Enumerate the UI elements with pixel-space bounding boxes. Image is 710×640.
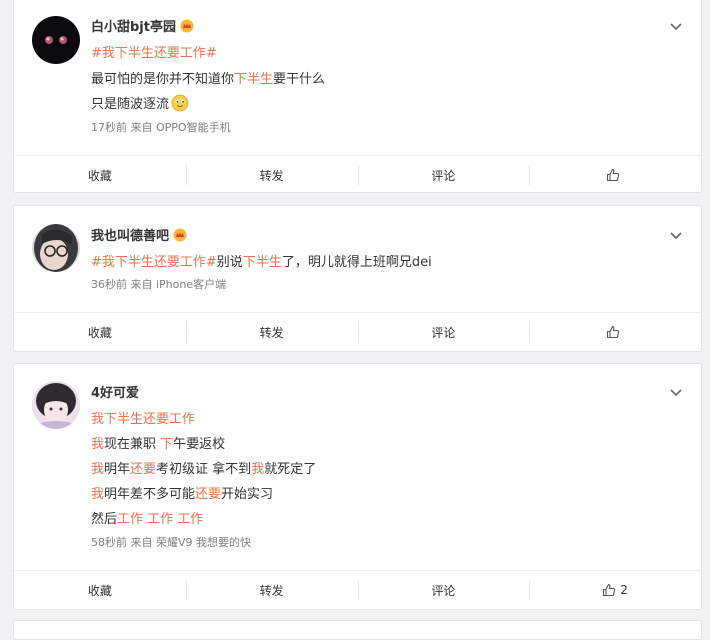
highlight-text[interactable]: #我下半生还要工作# bbox=[91, 255, 217, 270]
post-text: 现在兼职 bbox=[104, 437, 161, 452]
post-text: 明年 bbox=[104, 462, 131, 477]
comment-label: 评论 bbox=[431, 325, 456, 340]
highlight-text[interactable]: #我下半生还要工作# bbox=[91, 46, 217, 61]
comment-button[interactable]: 评论 bbox=[357, 571, 530, 609]
thumbs-up-icon bbox=[603, 583, 616, 597]
post-line: 最可怕的是你并不知道你下半生要干什么 bbox=[91, 68, 325, 87]
post-text: 考初级证 拿不到 bbox=[156, 462, 252, 477]
post-meta: 36秒前 来自 iPhone客户端 bbox=[91, 278, 227, 291]
repost-label: 转发 bbox=[259, 168, 284, 183]
username-text[interactable]: 我也叫德善吧 bbox=[91, 225, 169, 244]
collect-label: 收藏 bbox=[87, 168, 112, 183]
like-count: 2 bbox=[620, 583, 628, 597]
chevron-down-icon[interactable] bbox=[668, 384, 684, 400]
comment-label: 评论 bbox=[431, 583, 456, 598]
username-text[interactable]: 4好可爱 bbox=[91, 382, 139, 401]
username[interactable]: 我也叫德善吧 bbox=[91, 225, 187, 244]
thumbs-up-icon bbox=[607, 168, 620, 182]
collect-button[interactable]: 收藏 bbox=[14, 313, 186, 351]
comment-label: 评论 bbox=[431, 168, 456, 183]
action-bar: 收藏 转发 评论 bbox=[14, 312, 701, 351]
crown-icon bbox=[173, 228, 187, 241]
repost-label: 转发 bbox=[259, 583, 284, 598]
post-meta: 58秒前 来自 荣耀V9 我想要的快 bbox=[91, 536, 252, 549]
highlight-text[interactable]: 我 bbox=[91, 487, 104, 502]
collect-button[interactable]: 收藏 bbox=[14, 571, 186, 609]
highlight-text[interactable]: 下半生 bbox=[243, 255, 282, 270]
comment-button[interactable]: 评论 bbox=[357, 313, 530, 351]
highlight-text[interactable]: 还要 bbox=[195, 487, 221, 502]
highlight-text[interactable]: 我 bbox=[91, 437, 104, 452]
like-button[interactable]: 2 bbox=[529, 571, 701, 609]
thumbs-up-icon bbox=[607, 325, 620, 339]
collect-button[interactable]: 收藏 bbox=[14, 156, 186, 194]
chevron-down-icon[interactable] bbox=[668, 227, 684, 243]
repost-button[interactable]: 转发 bbox=[185, 313, 358, 351]
post-line: 只是随波逐流 bbox=[91, 93, 189, 112]
chevron-down-icon[interactable] bbox=[668, 18, 684, 34]
post-text: 开始实习 bbox=[221, 487, 274, 502]
avatar[interactable] bbox=[32, 16, 80, 64]
post-text: 就死定了 bbox=[264, 462, 317, 477]
feed-card: 白小甜bjt亭园 #我下半生还要工作# 最可怕的是你并不知道你下半生要干什么 只… bbox=[13, 0, 702, 193]
post-text: 午要返校 bbox=[173, 437, 226, 452]
smile-emoji-icon bbox=[171, 94, 189, 112]
like-button[interactable] bbox=[529, 156, 701, 194]
post-text: 了，明儿就得上班啊兄dei bbox=[281, 255, 432, 270]
like-button[interactable] bbox=[529, 313, 701, 351]
post-meta: 17秒前 来自 OPPO智能手机 bbox=[91, 121, 231, 134]
feed-card bbox=[13, 620, 702, 640]
action-bar: 收藏 转发 评论 2 bbox=[14, 570, 701, 609]
post-line: 我现在兼职 下午要返校 bbox=[91, 433, 225, 452]
feed-card: 4好可爱 我下半生还要工作 我现在兼职 下午要返校 我明年还要考初级证 拿不到我… bbox=[13, 363, 702, 610]
repost-button[interactable]: 转发 bbox=[185, 571, 358, 609]
avatar[interactable] bbox=[32, 381, 80, 429]
post-line: #我下半生还要工作# bbox=[91, 42, 217, 61]
post-line: 我明年还要考初级证 拿不到我就死定了 bbox=[91, 458, 316, 477]
repost-label: 转发 bbox=[259, 325, 284, 340]
post-line: 我下半生还要工作 bbox=[91, 408, 195, 427]
collect-label: 收藏 bbox=[87, 583, 112, 598]
action-bar: 收藏 转发 评论 bbox=[14, 155, 701, 194]
post-text: 别说 bbox=[216, 255, 243, 270]
post-text: 要干什么 bbox=[273, 72, 326, 87]
highlight-text[interactable]: 我 bbox=[91, 462, 104, 477]
highlight-text[interactable]: 还要 bbox=[130, 462, 156, 477]
highlight-text[interactable]: 我 bbox=[251, 462, 264, 477]
avatar[interactable] bbox=[32, 224, 80, 272]
highlight-text[interactable]: 下 bbox=[160, 437, 173, 452]
collect-label: 收藏 bbox=[87, 325, 112, 340]
comment-button[interactable]: 评论 bbox=[357, 156, 530, 194]
post-line: 然后工作 工作 工作 bbox=[91, 508, 203, 527]
highlight-text[interactable]: 工作 工作 工作 bbox=[117, 512, 203, 527]
crown-icon bbox=[180, 19, 194, 32]
post-line: 我明年差不多可能还要开始实习 bbox=[91, 483, 273, 502]
username[interactable]: 白小甜bjt亭园 bbox=[91, 16, 194, 35]
username[interactable]: 4好可爱 bbox=[91, 382, 139, 401]
highlight-text[interactable]: 我下半生还要工作 bbox=[91, 412, 195, 427]
post-text: 然后 bbox=[91, 512, 118, 527]
post-line: #我下半生还要工作#别说下半生了，明儿就得上班啊兄dei bbox=[91, 251, 432, 270]
post-text: 只是随波逐流 bbox=[91, 97, 170, 112]
highlight-text[interactable]: 下半生 bbox=[234, 72, 273, 87]
post-text: 明年差不多可能 bbox=[104, 487, 196, 502]
repost-button[interactable]: 转发 bbox=[185, 156, 358, 194]
username-text[interactable]: 白小甜bjt亭园 bbox=[91, 16, 176, 35]
feed-card: 我也叫德善吧 #我下半生还要工作#别说下半生了，明儿就得上班啊兄dei 36秒前… bbox=[13, 205, 702, 352]
post-text: 最可怕的是你并不知道你 bbox=[91, 72, 235, 87]
